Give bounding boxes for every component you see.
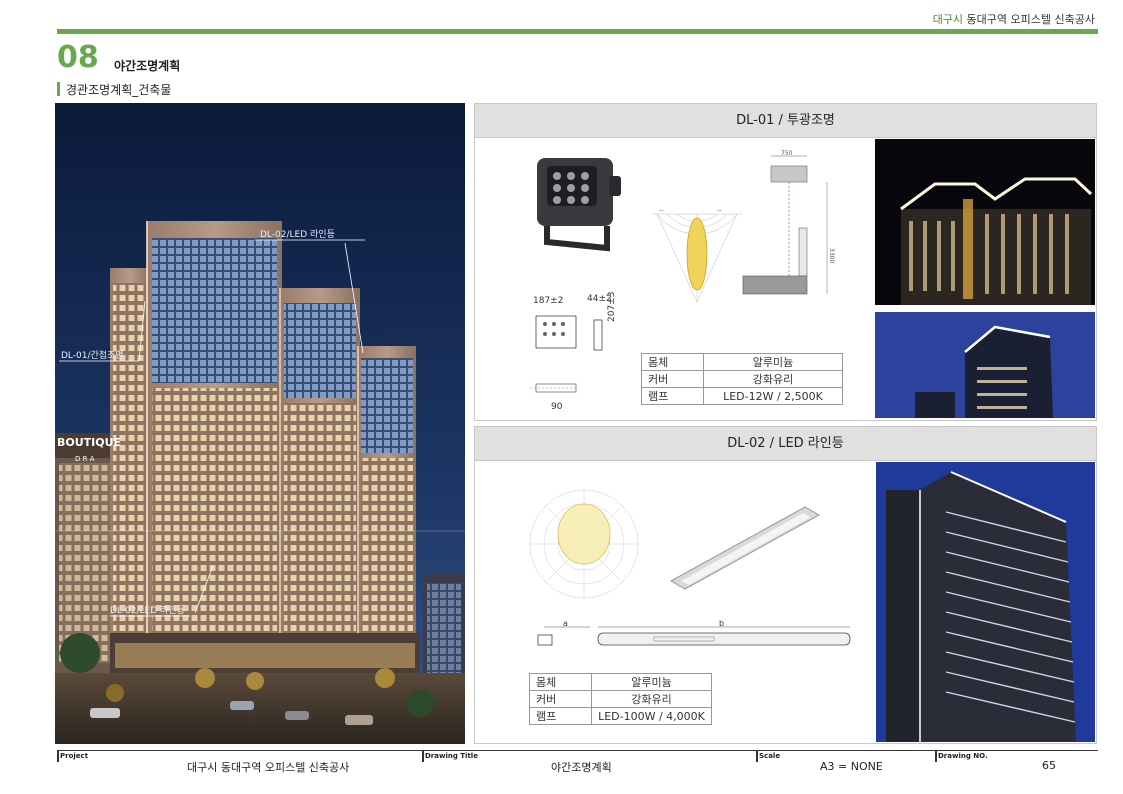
footer-scale-label: Scale	[759, 752, 781, 760]
footer-divider	[422, 750, 424, 762]
spec-key: 커버	[529, 690, 592, 708]
svg-text:—: —	[659, 208, 664, 214]
spec-row: 몸체 알루미늄	[641, 353, 843, 371]
footer-rule	[57, 750, 1098, 751]
spec-key: 램프	[641, 387, 704, 405]
footer-divider	[935, 750, 937, 762]
panel-dl01-title: DL-01 / 투광조명	[475, 104, 1096, 138]
spec-row: 램프 LED-100W / 4,000K	[529, 707, 712, 725]
linear-led-fixture-image	[669, 506, 821, 590]
callout-dl02-top: DL-02/LED 라인등	[260, 230, 335, 240]
spec-value: 강화유리	[703, 370, 843, 388]
section-number: 08	[57, 40, 99, 75]
footer-scale-value: A3 = NONE	[820, 760, 883, 773]
dl02-dim-a: a	[563, 619, 568, 628]
callout-dl02-bottom: DL-02/LED 라인등	[110, 606, 185, 616]
dl02-dim-b: b	[719, 619, 725, 628]
dl02-light-distribution-diagram	[529, 489, 639, 599]
floodlight-fixture-image	[537, 158, 621, 252]
spec-key: 커버	[641, 370, 704, 388]
footer-divider	[57, 750, 59, 762]
header-rule	[57, 29, 1098, 34]
building-night-rendering: BOUTIQUE D R A DL-02/LED 라인등 DL-01/간접조명 …	[55, 103, 465, 744]
boutique-sign-sub: D R A	[75, 455, 95, 463]
spec-value: 알루미늄	[591, 673, 712, 691]
footer-drawing-title-value: 야간조명계획	[551, 761, 612, 774]
footer-project-label: Project	[60, 752, 89, 760]
svg-text:—: —	[717, 208, 722, 214]
dl02-tower-night-photo	[876, 462, 1095, 742]
spec-row: 몸체 알루미늄	[529, 673, 712, 691]
section-title: 야간조명계획	[114, 59, 181, 73]
header-project-name: 대구시 동대구역 오피스텔 신축공사	[933, 11, 1095, 27]
dl01-dim-side: 3300	[828, 248, 835, 263]
footer-project-value: 대구시 동대구역 오피스텔 신축공사	[187, 761, 350, 774]
dl01-light-distribution-diagram: — —	[652, 208, 742, 303]
footer-drawing-no-value: 65	[1042, 759, 1056, 772]
spec-key: 몸체	[641, 353, 704, 371]
dl01-section-drawing: 750 3300	[742, 150, 835, 295]
dl01-night-photo-2	[875, 312, 1095, 418]
spec-row: 커버 강화유리	[529, 690, 712, 708]
spec-key: 램프	[529, 707, 592, 725]
spec-row: 커버 강화유리	[641, 370, 843, 388]
spec-value: LED-12W / 2,500K	[703, 387, 843, 405]
spec-value: 알루미늄	[703, 353, 843, 371]
dl01-night-photo-1	[875, 139, 1095, 305]
dl01-spec-table: 몸체 알루미늄 커버 강화유리 램프 LED-12W / 2,500K	[641, 353, 843, 405]
panel-dl02-title: DL-02 / LED 라인등	[475, 427, 1096, 461]
section-subtitle: 경관조명계획_건축물	[66, 83, 172, 97]
dl02-spec-table: 몸체 알루미늄 커버 강화유리 램프 LED-100W / 4,000K	[529, 673, 712, 725]
panel-dl02: DL-02 / LED 라인등 a b 몸체 알루미늄 커버 강화유리 램프 LED-…	[474, 426, 1097, 744]
spec-value: 강화유리	[591, 690, 712, 708]
callout-dl01-left: DL-01/간접조명	[61, 351, 124, 361]
spec-key: 몸체	[529, 673, 592, 691]
boutique-sign: BOUTIQUE	[57, 436, 121, 449]
spec-value: LED-100W / 4,000K	[591, 707, 712, 725]
footer-drawing-title-label: Drawing Title	[425, 752, 478, 760]
footer-drawing-no-label: Drawing NO.	[938, 752, 988, 760]
spec-row: 램프 LED-12W / 2,500K	[641, 387, 843, 405]
dl01-dim-bottom: 90	[551, 402, 563, 412]
footer-divider	[756, 750, 758, 762]
dl01-dim-top: 750	[781, 150, 793, 157]
header-project-rest: 동대구역 오피스텔 신축공사	[963, 13, 1095, 26]
dl02-dimension-drawing	[537, 626, 851, 646]
panel-dl01: DL-01 / 투광조명 — — 750 3300 187±2 44±2 207…	[474, 103, 1097, 421]
dl01-dim-height: 207±3	[607, 291, 617, 322]
dl01-dim-width: 187±2	[533, 296, 564, 306]
subtitle-marker	[57, 82, 60, 96]
header-project-city: 대구시	[932, 13, 964, 26]
